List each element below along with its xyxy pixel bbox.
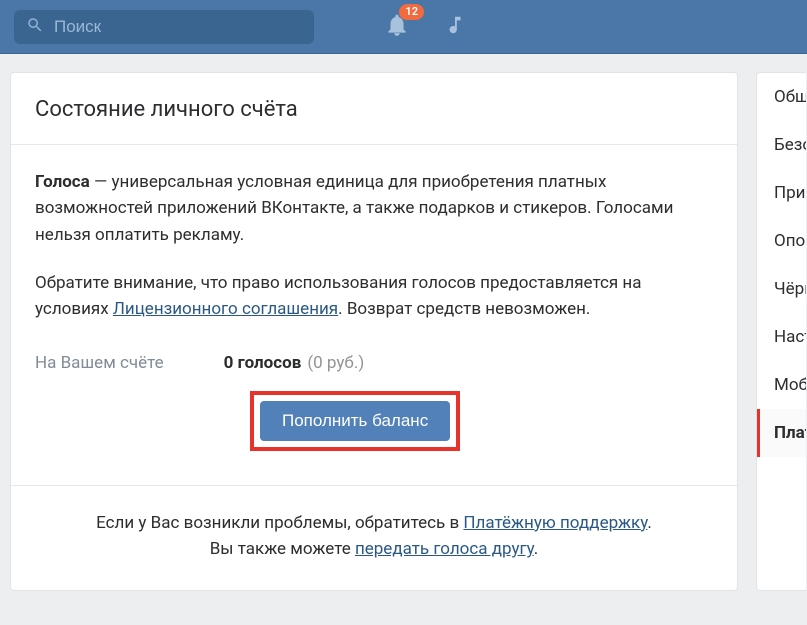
sidebar-item[interactable]: Платежи [757,409,806,457]
desc-strong: Голоса [35,172,90,192]
desc-license: Обратите внимание, что право использован… [35,270,713,323]
sidebar: ОбщееБезопасностьПриватностьОповещенияЧё… [756,72,806,591]
balance-row: На Вашем счёте 0 голосов(0 руб.) [35,353,713,373]
sidebar-item[interactable]: Настройки [757,313,806,361]
support-link[interactable]: Платёжную поддержку [463,513,647,533]
footer-part3: Вы также можете [210,539,355,559]
transfer-link[interactable]: передать голоса другу [355,539,534,559]
notification-badge: 12 [399,4,424,20]
main-card: Состояние личного счёта Голоса — универс… [10,72,738,591]
sidebar-item[interactable]: Безопасность [757,121,806,169]
sidebar-item[interactable]: Оповещения [757,217,806,265]
notifications-button[interactable]: 12 [384,12,410,42]
balance-sub: (0 руб.) [307,353,364,373]
sidebar-item[interactable]: Общее [757,73,806,121]
search-input[interactable] [54,17,302,37]
search-icon [26,16,44,38]
top-icons: 12 [384,12,466,42]
desc-text-1: — универсальная условная единица для при… [35,172,673,245]
bell-icon [384,23,410,42]
top-bar: 12 [0,0,807,54]
balance-label: На Вашем счёте [35,353,164,373]
license-link[interactable]: Лицензионного соглашения [113,299,338,319]
footer-part1: Если у Вас возникли проблемы, обратитесь… [96,513,463,533]
desc2-part2: . Возврат средств невозможен. [338,299,590,319]
balance-amount: 0 голосов [224,353,302,373]
sidebar-item[interactable]: Чёрный список [757,265,806,313]
search-wrap[interactable] [14,10,314,44]
footer-part4: . [534,539,538,559]
topup-button[interactable]: Пополнить баланс [260,401,450,441]
music-button[interactable] [444,13,466,41]
footer-part2: . [647,513,651,533]
sidebar-item[interactable]: Мобильные [757,361,806,409]
desc-votes: Голоса — универсальная условная единица … [35,169,713,248]
balance-value: 0 голосов(0 руб.) [224,353,365,373]
footer-text: Если у Вас возникли проблемы, обратитесь… [11,485,737,563]
sidebar-item[interactable]: Приватность [757,169,806,217]
music-icon [444,22,466,41]
page-title: Состояние личного счёта [35,97,713,122]
highlight-box: Пополнить баланс [250,391,460,451]
divider [11,144,737,145]
